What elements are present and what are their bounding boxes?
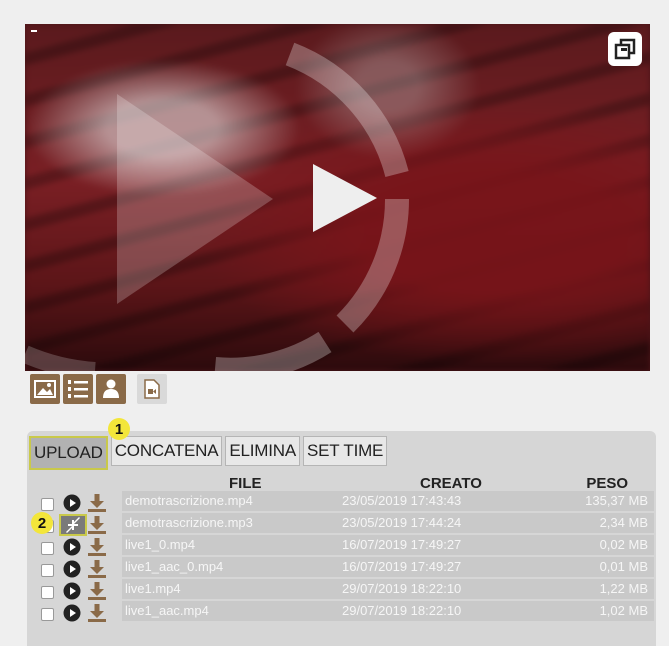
download-icon[interactable]	[87, 537, 107, 557]
download-icon[interactable]	[87, 559, 107, 579]
image-icon	[34, 380, 56, 398]
cell-size: 1,02 MB	[599, 603, 648, 618]
row-checkbox[interactable]	[41, 586, 54, 599]
play-circle-icon[interactable]	[63, 560, 81, 578]
table-row[interactable]: demotrascrizione.mp3 23/05/2019 17:44:24…	[27, 512, 656, 536]
cell-file: live1_0.mp4	[125, 537, 196, 552]
tab-set-time[interactable]: SET TIME	[303, 436, 388, 466]
table-row[interactable]: demotrascrizione.mp4 23/05/2019 17:43:43…	[27, 491, 656, 513]
chapters-button[interactable]	[63, 374, 93, 404]
tab-elimina[interactable]: ELIMINA	[225, 436, 301, 466]
pip-icon	[614, 38, 636, 60]
cell-size: 0,02 MB	[599, 537, 648, 552]
numbered-list-icon	[68, 380, 88, 398]
video-file-icon	[144, 379, 160, 399]
compress-button[interactable]	[59, 514, 87, 536]
cell-file: live1_aac.mp4	[125, 603, 209, 618]
cell-created: 23/05/2019 17:44:24	[342, 515, 462, 530]
col-header-size: PESO	[586, 475, 628, 492]
minimize-indicator	[31, 30, 37, 32]
play-circle-icon[interactable]	[63, 538, 81, 556]
col-header-created: CREATO	[420, 475, 482, 492]
table-row[interactable]: live1_0.mp4 16/07/2019 17:49:27 0,02 MB	[27, 535, 656, 557]
tab-upload[interactable]: UPLOAD	[29, 436, 108, 470]
cell-size: 2,34 MB	[599, 515, 648, 530]
cell-file: demotrascrizione.mp4	[125, 493, 253, 508]
cell-created: 29/07/2019 18:22:10	[342, 603, 462, 618]
play-circle-icon[interactable]	[63, 604, 81, 622]
video-player[interactable]	[25, 24, 650, 371]
step-badge-1: 1	[108, 418, 130, 440]
row-checkbox[interactable]	[41, 564, 54, 577]
download-icon[interactable]	[87, 493, 107, 513]
col-header-file: FILE	[229, 475, 262, 492]
cell-created: 16/07/2019 17:49:27	[342, 559, 462, 574]
cell-created: 29/07/2019 18:22:10	[342, 581, 462, 596]
pip-button[interactable]	[608, 32, 642, 66]
image-button[interactable]	[30, 374, 60, 404]
video-file-button[interactable]	[137, 374, 167, 404]
cell-file: live1_aac_0.mp4	[125, 559, 224, 574]
download-icon[interactable]	[87, 603, 107, 623]
action-tabs: UPLOAD CONCATENA ELIMINA SET TIME	[29, 436, 388, 470]
play-circle-icon[interactable]	[63, 494, 81, 512]
files-panel: UPLOAD CONCATENA ELIMINA SET TIME 1 FILE…	[27, 418, 656, 646]
media-toolbar	[30, 374, 167, 406]
table-row[interactable]: live1_aac_0.mp4 16/07/2019 17:49:27 0,01…	[27, 557, 656, 579]
file-list: demotrascrizione.mp4 23/05/2019 17:43:43…	[27, 491, 656, 623]
cell-size: 1,22 MB	[599, 581, 648, 596]
compress-icon	[66, 517, 80, 533]
user-icon	[103, 379, 119, 398]
cell-file: live1.mp4	[125, 581, 181, 596]
row-checkbox[interactable]	[41, 608, 54, 621]
cell-created: 16/07/2019 17:49:27	[342, 537, 462, 552]
row-checkbox[interactable]	[41, 498, 54, 511]
user-button[interactable]	[96, 374, 126, 404]
play-circle-icon[interactable]	[63, 582, 81, 600]
cell-file: demotrascrizione.mp3	[125, 515, 253, 530]
download-icon[interactable]	[87, 515, 107, 535]
play-icon[interactable]	[309, 162, 381, 234]
table-row[interactable]: live1.mp4 29/07/2019 18:22:10 1,22 MB	[27, 579, 656, 601]
cell-size: 0,01 MB	[599, 559, 648, 574]
cell-created: 23/05/2019 17:43:43	[342, 493, 462, 508]
cell-size: 135,37 MB	[585, 493, 648, 508]
download-icon[interactable]	[87, 581, 107, 601]
tab-concatena[interactable]: CONCATENA	[110, 436, 223, 466]
table-row[interactable]: live1_aac.mp4 29/07/2019 18:22:10 1,02 M…	[27, 601, 656, 623]
row-checkbox[interactable]	[41, 542, 54, 555]
step-badge-2: 2	[31, 512, 53, 534]
